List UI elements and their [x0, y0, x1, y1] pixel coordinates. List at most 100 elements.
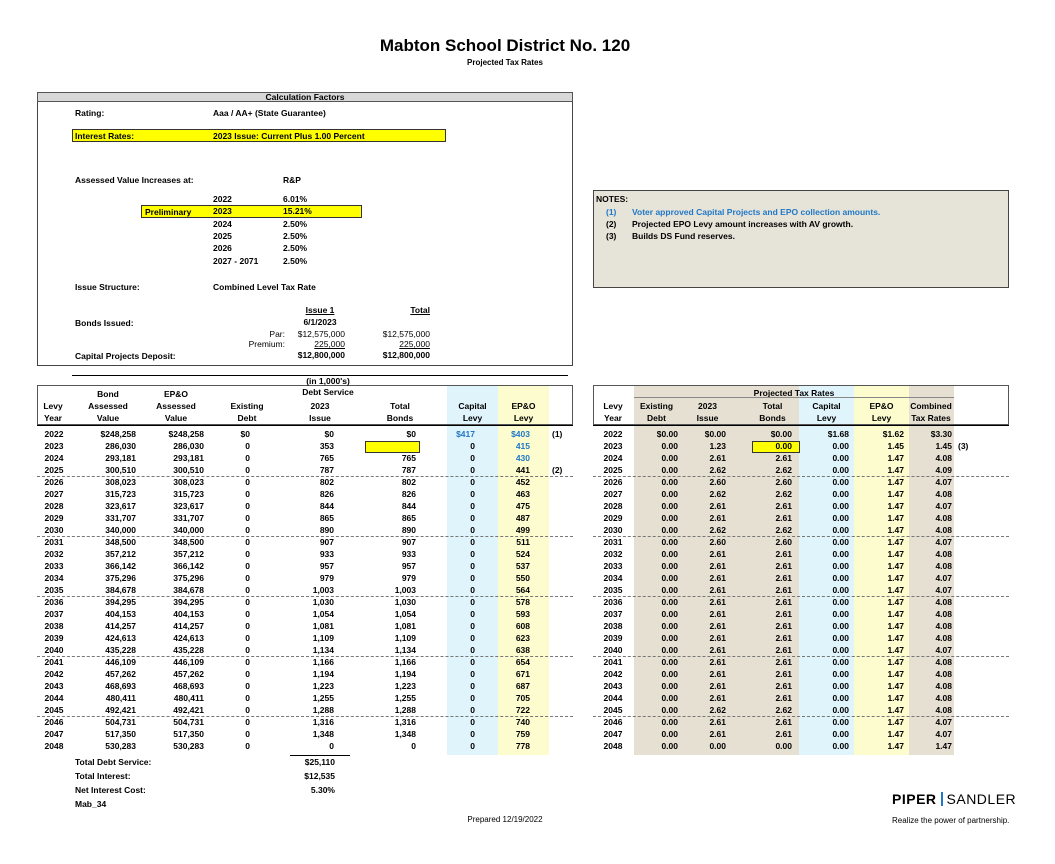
- left-cell: 424,613: [105, 633, 136, 643]
- summary-value: $12,535: [304, 771, 335, 781]
- left-header-total-bonds: Total: [390, 401, 410, 411]
- left-cell: 468,693: [105, 681, 136, 691]
- left-cell: 1,166: [312, 657, 334, 667]
- note-number: (3): [606, 231, 617, 241]
- footnote-2: (2): [552, 465, 563, 475]
- right-cell: 2.61: [775, 501, 792, 511]
- right-header-total-bonds: Bonds: [759, 413, 786, 423]
- left-cell: 517,350: [105, 729, 136, 739]
- left-cell: 1,081: [312, 621, 334, 631]
- left-header-capital-levy: Levy: [462, 413, 483, 423]
- left-header-epo-levy: EP&O: [511, 401, 536, 411]
- left-cell: 480,411: [105, 693, 136, 703]
- capital-deposit-issue: $12,800,000: [297, 350, 345, 360]
- right-cell: 0.00: [832, 549, 849, 559]
- right-cell: $0.00: [770, 429, 792, 439]
- right-cell: 2.61: [709, 717, 726, 727]
- left-cell: 0: [245, 489, 250, 499]
- left-header-epo-av: Value: [164, 413, 188, 423]
- left-cell: 499: [515, 525, 530, 535]
- right-cell: 0.00: [832, 573, 849, 583]
- par-total: $12,575,000: [382, 329, 430, 339]
- left-header-bond-av: Value: [96, 413, 120, 423]
- brand-tagline: Realize the power of partnership.: [892, 816, 1010, 825]
- summary-label: Total Interest:: [75, 771, 131, 781]
- right-cell: 2.61: [775, 573, 792, 583]
- av-year: 2022: [213, 194, 232, 204]
- right-header-combined: Tax Rates: [911, 413, 951, 423]
- av-year: 2027 - 2071: [213, 255, 259, 266]
- right-cell: 0.00: [832, 657, 849, 667]
- par-issue: $12,575,000: [297, 329, 345, 339]
- left-top-rule: [72, 375, 568, 376]
- right-cell: 2.60: [775, 477, 792, 487]
- left-cell: 638: [515, 645, 530, 655]
- left-cell: 890: [319, 525, 334, 535]
- left-cell: 778: [515, 741, 530, 751]
- right-cell: 2.61: [775, 453, 792, 463]
- right-cell: 0.00: [832, 537, 849, 547]
- right-cell: 4.08: [935, 525, 952, 535]
- summary-label: Mab_34: [75, 799, 107, 809]
- left-cell: 1,255: [312, 693, 334, 703]
- right-cell: 2.61: [775, 633, 792, 643]
- summary-value: 5.30%: [310, 785, 335, 795]
- right-cell: 0.00: [709, 741, 726, 751]
- left-cell: 446,109: [105, 657, 136, 667]
- left-header-issue-2023: 2023: [310, 401, 330, 411]
- av-increases-label: Assessed Value Increases at:: [75, 175, 194, 185]
- bonds-issued-label: Bonds Issued:: [75, 318, 134, 328]
- right-cell: 4.07: [935, 585, 952, 595]
- right-cell: 2.61: [709, 585, 726, 595]
- left-cell: 0: [245, 645, 250, 655]
- left-cell: 366,142: [105, 561, 136, 571]
- left-cell: 623: [515, 633, 530, 643]
- right-header-issue-2023: Issue: [696, 413, 719, 423]
- left-cell: 654: [515, 657, 530, 667]
- par-label: Par:: [269, 329, 285, 339]
- av-rate: 2.50%: [283, 255, 308, 266]
- right-cell: 2.61: [709, 513, 726, 523]
- left-cell: 452: [515, 477, 530, 487]
- left-cell: 0: [245, 597, 250, 607]
- right-cell: 2.61: [709, 645, 726, 655]
- right-cell: 2.61: [709, 693, 726, 703]
- right-cell: 2.62: [775, 489, 792, 499]
- right-cell: 2.62: [709, 525, 726, 535]
- capital-deposit-label: Capital Projects Deposit:: [75, 351, 176, 361]
- debt-service-label: Debt Service: [302, 387, 354, 397]
- right-cell: 2.61: [775, 513, 792, 523]
- left-cell: 740: [515, 717, 530, 727]
- left-cell: 550: [515, 573, 530, 583]
- right-cell: 2.61: [709, 501, 726, 511]
- interest-rates-value: 2023 Issue: Current Plus 1.00 Percent: [213, 131, 365, 141]
- note-text: Builds DS Fund reserves.: [632, 231, 735, 241]
- prepared-date: Prepared 12/19/2022: [467, 815, 543, 824]
- right-header-epo-levy: Levy: [871, 413, 892, 423]
- left-cell: 323,617: [105, 501, 136, 511]
- left-cell: 475: [515, 501, 530, 511]
- left-header-existing-debt: Existing: [230, 401, 264, 411]
- left-cell: 865: [319, 513, 334, 523]
- left-header-issue-2023: Issue: [309, 413, 331, 423]
- left-cell: $248,258: [100, 429, 136, 439]
- right-cell: 2.61: [775, 645, 792, 655]
- left-cell: 722: [515, 705, 530, 715]
- right-cell: 4.08: [935, 705, 952, 715]
- left-cell: 0: [245, 681, 250, 691]
- left-cell: 487: [515, 513, 530, 523]
- right-cell: 2.61: [709, 633, 726, 643]
- left-cell: 0: [245, 729, 250, 739]
- rating-value: Aaa / AA+ (State Guarantee): [213, 108, 326, 118]
- right-cell: $0.00: [704, 429, 726, 439]
- right-cell: 2.61: [775, 609, 792, 619]
- right-cell: 2.61: [709, 657, 726, 667]
- note-text: Projected EPO Levy amount increases with…: [632, 219, 854, 229]
- av-rate: 2.50%: [283, 218, 308, 229]
- left-header-rule: [37, 425, 573, 426]
- brand-logo: PIPER SANDLER: [892, 791, 1016, 807]
- in-thousands-label: (in 1,000's): [306, 376, 350, 386]
- left-cell: 394,295: [105, 597, 136, 607]
- left-cell: 384,678: [105, 585, 136, 595]
- right-cell: 0.00: [832, 609, 849, 619]
